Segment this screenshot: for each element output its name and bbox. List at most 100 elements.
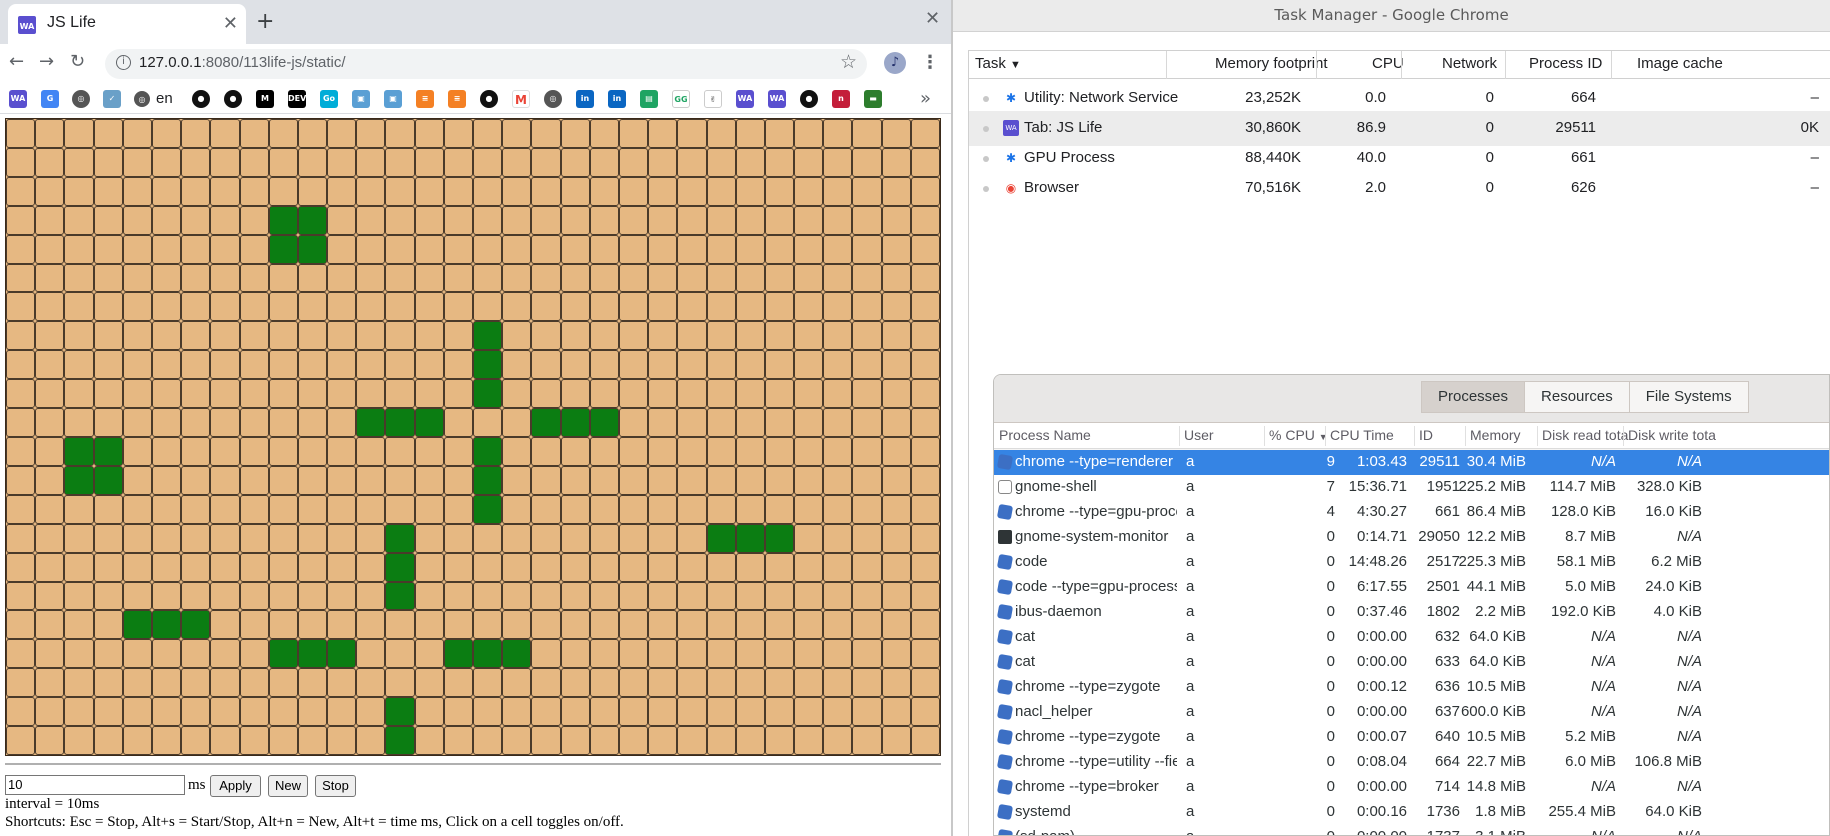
life-cell-alive[interactable] xyxy=(93,465,123,495)
life-cell[interactable] xyxy=(560,379,590,409)
life-cell[interactable] xyxy=(794,119,824,148)
life-cell[interactable] xyxy=(735,436,765,466)
tab-resources[interactable]: Resources xyxy=(1524,381,1630,413)
life-cell[interactable] xyxy=(648,119,678,148)
life-cell[interactable] xyxy=(531,350,561,380)
life-cell[interactable] xyxy=(881,726,911,755)
life-cell[interactable] xyxy=(414,668,444,698)
life-cell[interactable] xyxy=(589,234,619,264)
life-cell[interactable] xyxy=(93,523,123,553)
bookmark-python-icon[interactable]: ▣ xyxy=(352,90,370,108)
life-cell[interactable] xyxy=(181,263,211,293)
life-cell[interactable] xyxy=(648,639,678,669)
life-cell[interactable] xyxy=(210,639,240,669)
life-cell[interactable] xyxy=(6,436,36,466)
interval-input[interactable]: 10 xyxy=(5,775,185,795)
life-cell[interactable] xyxy=(735,176,765,206)
life-cell[interactable] xyxy=(6,523,36,553)
life-cell[interactable] xyxy=(327,465,357,495)
life-cell[interactable] xyxy=(385,610,415,640)
process-row[interactable]: chrome --type=gpu-process - a 4 4:30.27 661 8… xyxy=(994,500,1829,525)
life-cell[interactable] xyxy=(297,581,328,611)
tab-js-life[interactable]: WA JS Life ✕ xyxy=(8,4,246,44)
new-tab-button[interactable]: + xyxy=(256,9,274,34)
life-cell[interactable] xyxy=(502,581,532,611)
life-cell[interactable] xyxy=(385,494,415,524)
life-cell[interactable] xyxy=(268,350,298,380)
life-cell[interactable] xyxy=(210,292,240,322)
process-row[interactable]: ibus-daemon a 0 0:37.46 1802 2.2 MiB 192.0 KiB… xyxy=(994,600,1829,625)
life-cell[interactable] xyxy=(852,668,882,698)
forward-icon[interactable]: → xyxy=(39,51,54,72)
life-cell[interactable] xyxy=(93,610,123,640)
life-cell[interactable] xyxy=(677,697,707,727)
life-cell[interactable] xyxy=(677,176,707,206)
life-cell[interactable] xyxy=(268,292,298,322)
life-cell[interactable] xyxy=(35,263,65,293)
life-cell[interactable] xyxy=(93,350,123,380)
life-cell[interactable] xyxy=(443,436,473,466)
life-cell-alive[interactable] xyxy=(268,234,298,264)
life-cell[interactable] xyxy=(6,610,36,640)
life-cell[interactable] xyxy=(297,350,328,380)
life-cell[interactable] xyxy=(35,552,65,582)
life-cell[interactable] xyxy=(151,147,182,177)
life-cell[interactable] xyxy=(706,581,736,611)
life-cell[interactable] xyxy=(852,176,882,206)
life-cell[interactable] xyxy=(852,552,882,582)
life-cell[interactable] xyxy=(64,523,94,553)
life-cell[interactable] xyxy=(823,726,853,755)
life-cell[interactable] xyxy=(706,726,736,755)
life-cell[interactable] xyxy=(823,639,853,669)
life-cell[interactable] xyxy=(648,263,678,293)
life-cell[interactable] xyxy=(443,668,473,698)
life-cell[interactable] xyxy=(122,408,152,437)
life-cell[interactable] xyxy=(764,494,795,524)
life-cell-alive[interactable] xyxy=(385,408,415,437)
life-cell[interactable] xyxy=(677,119,707,148)
life-cell[interactable] xyxy=(589,581,619,611)
life-cell[interactable] xyxy=(239,408,269,437)
life-cell[interactable] xyxy=(589,610,619,640)
life-cell[interactable] xyxy=(794,668,824,698)
life-cell[interactable] xyxy=(502,350,532,380)
life-cell[interactable] xyxy=(327,292,357,322)
life-cell[interactable] xyxy=(356,581,386,611)
life-cell[interactable] xyxy=(823,610,853,640)
life-cell[interactable] xyxy=(414,234,444,264)
life-cell[interactable] xyxy=(356,292,386,322)
bookmark-gg-icon[interactable]: GG xyxy=(672,90,690,108)
life-cell[interactable] xyxy=(589,292,619,322)
life-cell[interactable] xyxy=(823,321,853,351)
chrome-menu-icon[interactable]: ⋮ xyxy=(921,52,939,73)
life-cell[interactable] xyxy=(414,263,444,293)
life-cell[interactable] xyxy=(502,697,532,727)
life-cell[interactable] xyxy=(648,176,678,206)
life-cell[interactable] xyxy=(560,234,590,264)
life-cell[interactable] xyxy=(852,379,882,409)
life-cell[interactable] xyxy=(677,436,707,466)
life-cell[interactable] xyxy=(910,523,940,553)
life-cell[interactable] xyxy=(589,263,619,293)
life-cell[interactable] xyxy=(239,552,269,582)
life-cell[interactable] xyxy=(356,147,386,177)
life-cell[interactable] xyxy=(560,263,590,293)
life-cell[interactable] xyxy=(356,379,386,409)
life-cell-alive[interactable] xyxy=(560,408,590,437)
life-cell[interactable] xyxy=(531,147,561,177)
life-cell[interactable] xyxy=(414,465,444,495)
life-cell[interactable] xyxy=(531,581,561,611)
life-cell-alive[interactable] xyxy=(122,610,152,640)
life-cell[interactable] xyxy=(881,436,911,466)
life-cell[interactable] xyxy=(35,147,65,177)
life-cell[interactable] xyxy=(35,292,65,322)
life-cell[interactable] xyxy=(852,119,882,148)
life-cell[interactable] xyxy=(706,494,736,524)
life-cell[interactable] xyxy=(618,465,649,495)
life-cell[interactable] xyxy=(706,292,736,322)
life-cell[interactable] xyxy=(560,205,590,235)
life-cell[interactable] xyxy=(181,639,211,669)
new-button[interactable]: New xyxy=(268,775,308,797)
life-cell[interactable] xyxy=(210,234,240,264)
life-cell[interactable] xyxy=(852,292,882,322)
